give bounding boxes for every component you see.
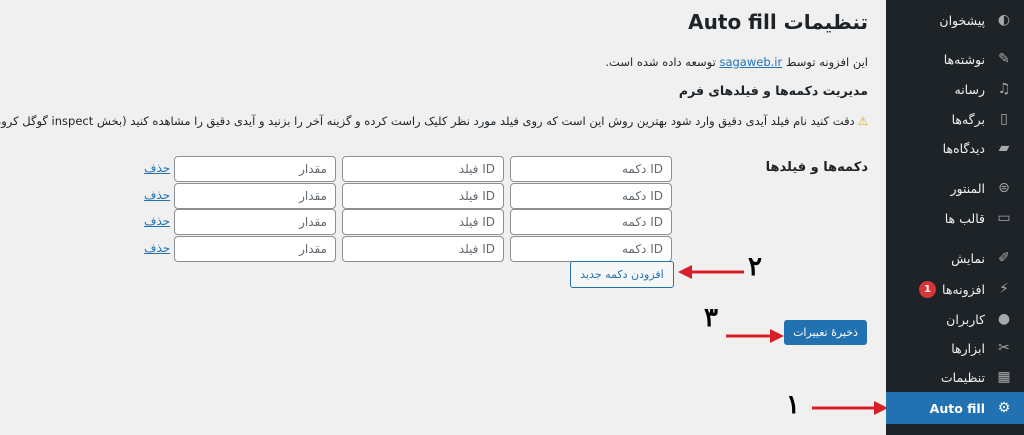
sidebar-item-label: افزونه‌ها [942,281,985,297]
sidebar-item-plugins[interactable]: ⚡ افزونه‌ها 1 [886,274,1024,304]
delete-link[interactable]: حذف [144,214,170,228]
add-new-button[interactable]: افزودن دکمه جدید [570,261,674,288]
button-id-input[interactable]: ID دکمه [510,183,672,209]
sidebar-item-auto-fill[interactable]: ⚙ Auto fill [886,392,1024,424]
fields-label: دکمه‌ها و فیلدها [765,160,868,175]
value-input[interactable]: مقدار [174,183,336,209]
users-icon: ● [997,311,1011,327]
annotation-arrow-one [812,401,888,415]
field-id-input[interactable]: ID فیلد [342,209,504,235]
sidebar-item-settings[interactable]: ▦ تنظیمات [886,362,1024,392]
tools-icon: ✂ [998,340,1010,356]
settings-icon: ▦ [997,369,1011,385]
comments-icon: ▰ [998,140,1010,156]
plugins-icon: ⚡ [999,281,1009,297]
credit-text: این افزونه توسط sagaweb.ir توسعه داده شد… [605,55,868,69]
sidebar-item-label: دیدگاه‌ها [942,140,985,156]
sidebar-item-users[interactable]: ● کاربران [886,304,1024,334]
update-count-badge: 1 [919,280,937,298]
field-row: ID دکمه ID فیلد مقدار [168,156,672,182]
field-id-input[interactable]: ID فیلد [342,183,504,209]
dashboard-icon: ◐ [997,12,1011,28]
field-row: ID دکمه ID فیلد مقدار [168,183,672,209]
sidebar-item-label: پیشخوان [939,12,985,28]
sidebar-item-label: رسانه [954,81,986,97]
field-id-input[interactable]: ID فیلد [342,156,504,182]
folder-icon: ▭ [997,210,1011,226]
sidebar-item-label: Auto fill [929,400,985,416]
notice-message: دقت کنید نام فیلد آیدی دقیق وارد شود بهت… [0,114,855,128]
warning-icon: ⚠ [857,114,868,128]
field-row: ID دکمه ID فیلد مقدار [168,209,672,235]
button-id-input[interactable]: ID دکمه [510,156,672,182]
sidebar-item-appearance[interactable]: ✐ نمایش [886,243,1024,273]
annotation-arrow-two [678,265,744,279]
sidebar-item-label: تنظیمات [940,369,985,385]
admin-sidebar: ◐ پیشخوان ✎ نوشته‌ها ♫ رسانه ▯ برگه‌ها ▰… [886,0,1024,435]
credit-before: این افزونه توسط [785,55,868,69]
pin-icon: ✎ [998,51,1010,67]
sidebar-item-label: کاربران [946,311,985,327]
sidebar-item-posts[interactable]: ✎ نوشته‌ها [886,44,1024,74]
value-input[interactable]: مقدار [174,236,336,262]
annotation-one: ۱ [786,390,800,420]
pages-icon: ▯ [1000,111,1008,127]
save-changes-button[interactable]: ذخیرهٔ تغییرات [784,320,867,345]
sidebar-item-pages[interactable]: ▯ برگه‌ها [886,104,1024,134]
appearance-icon: ✐ [998,250,1010,266]
media-icon: ♫ [997,81,1011,97]
notice-text: ⚠دقت کنید نام فیلد آیدی دقیق وارد شود به… [0,114,868,128]
sidebar-item-label: ابزارها [951,340,985,356]
main-content: تنظیمات Auto fill این افزونه توسط sagawe… [0,0,886,435]
button-id-input[interactable]: ID دکمه [510,209,672,235]
sidebar-item-comments[interactable]: ▰ دیدگاه‌ها [886,133,1024,163]
sidebar-item-label: المنتور [950,180,985,196]
value-input[interactable]: مقدار [174,209,336,235]
sagaweb-link[interactable]: sagaweb.ir [719,55,782,69]
gear-icon: ⚙ [997,400,1011,416]
field-row: ID دکمه ID فیلد مقدار [168,236,672,262]
button-id-input[interactable]: ID دکمه [510,236,672,262]
elementor-icon: ⊜ [998,180,1010,196]
sidebar-item-label: برگه‌ها [951,111,985,127]
sidebar-item-elementor[interactable]: ⊜ المنتور [886,173,1024,203]
delete-link[interactable]: حذف [144,161,170,175]
delete-link[interactable]: حذف [144,188,170,202]
annotation-three: ۳ [704,303,718,333]
section-title: مدیریت دکمه‌ها و فیلدهای فرم [678,83,868,98]
sidebar-item-label: قالب ها [944,210,985,226]
annotation-two: ۲ [748,252,762,282]
sidebar-item-dashboard[interactable]: ◐ پیشخوان [886,5,1024,35]
sidebar-item-label: نمایش [951,250,985,266]
sidebar-item-templates[interactable]: ▭ قالب ها [886,203,1024,233]
value-input[interactable]: مقدار [174,156,336,182]
sidebar-item-tools[interactable]: ✂ ابزارها [886,333,1024,363]
field-id-input[interactable]: ID فیلد [342,236,504,262]
delete-link[interactable]: حذف [144,241,170,255]
sidebar-item-media[interactable]: ♫ رسانه [886,74,1024,104]
annotation-arrow-three [726,329,784,343]
credit-after: توسعه داده شده است. [605,55,716,69]
page-title: تنظیمات Auto fill [688,10,868,34]
sidebar-item-label: نوشته‌ها [943,51,985,67]
